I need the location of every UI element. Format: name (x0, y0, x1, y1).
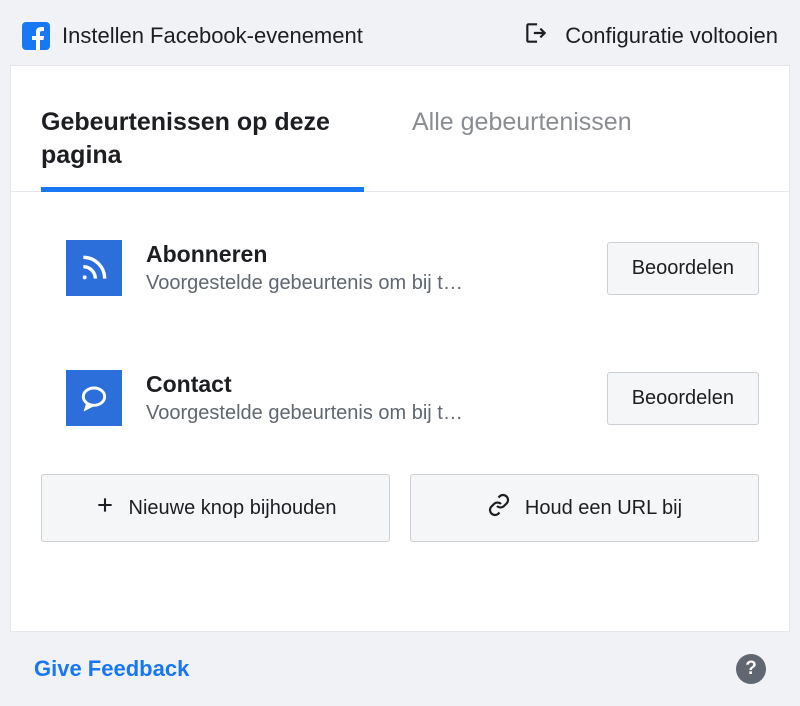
event-subtitle: Voorgestelde gebeurtenis om bij t… (146, 272, 583, 295)
track-url-button[interactable]: Houd een URL bij (410, 474, 759, 542)
plus-icon (95, 495, 115, 521)
review-button[interactable]: Beoordelen (607, 372, 759, 425)
feedback-link[interactable]: Give Feedback (34, 656, 189, 682)
event-text: Abonneren Voorgestelde gebeurtenis om bi… (146, 241, 583, 295)
facebook-icon (22, 22, 50, 50)
chat-icon (66, 370, 122, 426)
link-icon (487, 493, 511, 523)
tab-label: Gebeurtenissen op deze pagina (41, 106, 388, 171)
event-item-subscribe: Abonneren Voorgestelde gebeurtenis om bi… (66, 222, 759, 314)
help-icon[interactable]: ? (736, 654, 766, 684)
event-title: Contact (146, 371, 583, 398)
tab-all-events[interactable]: Alle gebeurtenissen (388, 106, 759, 191)
tabs: Gebeurtenissen op deze pagina Alle gebeu… (11, 106, 789, 192)
tab-events-this-page[interactable]: Gebeurtenissen op deze pagina (41, 106, 388, 191)
tab-label: Alle gebeurtenissen (412, 106, 759, 139)
action-buttons: Nieuwe knop bijhouden Houd een URL bij (11, 474, 789, 570)
footer: Give Feedback ? (10, 631, 790, 706)
complete-config-label: Configuratie voltooien (565, 23, 778, 49)
header-title: Instellen Facebook-evenement (62, 23, 363, 49)
event-title: Abonneren (146, 241, 583, 268)
event-subtitle: Voorgestelde gebeurtenis om bij t… (146, 402, 583, 425)
header-right[interactable]: Configuratie voltooien (523, 20, 778, 51)
event-item-contact: Contact Voorgestelde gebeurtenis om bij … (66, 352, 759, 444)
header-left: Instellen Facebook-evenement (22, 22, 493, 50)
review-button[interactable]: Beoordelen (607, 242, 759, 295)
main-panel: Gebeurtenissen op deze pagina Alle gebeu… (10, 65, 790, 631)
rss-icon (66, 240, 122, 296)
header-bar: Instellen Facebook-evenement Configurati… (0, 0, 800, 65)
track-new-button[interactable]: Nieuwe knop bijhouden (41, 474, 390, 542)
track-button-label: Nieuwe knop bijhouden (129, 497, 337, 520)
exit-icon (523, 20, 549, 51)
event-text: Contact Voorgestelde gebeurtenis om bij … (146, 371, 583, 425)
track-url-label: Houd een URL bij (525, 497, 682, 520)
events-list: Abonneren Voorgestelde gebeurtenis om bi… (11, 192, 789, 474)
